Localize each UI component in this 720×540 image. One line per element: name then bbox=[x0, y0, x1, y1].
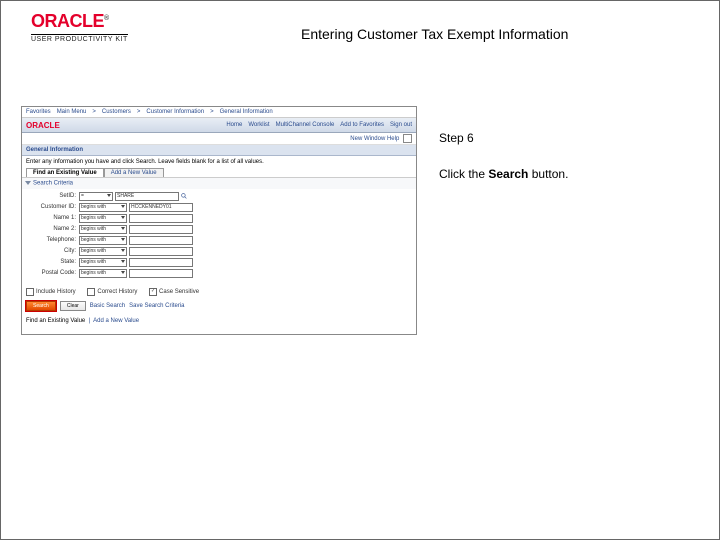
label-city: City: bbox=[26, 248, 76, 254]
checkbox-icon bbox=[26, 288, 34, 296]
cb-label: Case Sensitive bbox=[159, 289, 199, 295]
search-criteria-header[interactable]: Search Criteria bbox=[22, 177, 416, 189]
section-description: Enter any information you have and click… bbox=[22, 156, 416, 168]
top-link-home[interactable]: Home bbox=[226, 122, 242, 128]
page-title: Entering Customer Tax Exempt Information bbox=[301, 26, 568, 42]
product-logo: ORACLE® USER PRODUCTIVITY KIT bbox=[31, 11, 128, 43]
top-link-signout[interactable]: Sign out bbox=[390, 122, 412, 128]
sub-header-row: New Window Help bbox=[22, 133, 416, 145]
help-icon[interactable] bbox=[403, 134, 412, 143]
op-name1[interactable]: begins with bbox=[79, 214, 127, 223]
label-postal: Postal Code: bbox=[26, 270, 76, 276]
section-heading: General Information bbox=[22, 145, 416, 156]
cb-correct-history[interactable]: Correct History bbox=[87, 289, 137, 295]
label-customer-id: Customer ID: bbox=[26, 204, 76, 210]
footer-add-new-link[interactable]: Add a New Value bbox=[93, 318, 139, 324]
step-instruction-suffix: button. bbox=[528, 167, 568, 181]
label-name2: Name 2: bbox=[26, 226, 76, 232]
op-postal[interactable]: begins with bbox=[79, 269, 127, 278]
input-city[interactable] bbox=[129, 247, 193, 256]
label-name1: Name 1: bbox=[26, 215, 76, 221]
save-search-link[interactable]: Save Search Criteria bbox=[129, 303, 184, 309]
tab-row: Find an Existing Value Add a New Value bbox=[22, 168, 416, 177]
upk-subtitle: USER PRODUCTIVITY KIT bbox=[31, 34, 128, 43]
row-postal: Postal Code: begins with bbox=[26, 269, 412, 278]
input-state[interactable] bbox=[129, 258, 193, 267]
breadcrumb-item[interactable]: Customer Information bbox=[146, 109, 204, 115]
cb-case-sensitive[interactable]: ✓Case Sensitive bbox=[149, 289, 199, 295]
label-setid: SetID: bbox=[26, 193, 76, 199]
row-name2: Name 2: begins with bbox=[26, 225, 412, 234]
search-criteria-label: Search Criteria bbox=[33, 181, 73, 187]
op-name2[interactable]: begins with bbox=[79, 225, 127, 234]
instruction-panel: Step 6 Click the Search button. bbox=[439, 131, 699, 181]
cb-include-history[interactable]: Include History bbox=[26, 289, 76, 295]
search-word: Search bbox=[488, 167, 528, 181]
op-setid[interactable]: = bbox=[79, 192, 113, 201]
row-name1: Name 1: begins with bbox=[26, 214, 412, 223]
step-instruction: Click the Search button. bbox=[439, 167, 699, 181]
oracle-logo-text: ORACLE® bbox=[31, 11, 128, 32]
input-setid[interactable]: SHARE bbox=[115, 192, 179, 201]
input-postal[interactable] bbox=[129, 269, 193, 278]
row-city: City: begins with bbox=[26, 247, 412, 256]
breadcrumb: Favorites Main Menu > Customers > Custom… bbox=[22, 107, 416, 118]
top-link-fav[interactable]: Add to Favorites bbox=[340, 122, 384, 128]
oracle-logo-word: ORACLE bbox=[31, 11, 104, 31]
footer-existing-label: Find an Existing Value bbox=[26, 318, 85, 324]
op-state[interactable]: begins with bbox=[79, 258, 127, 267]
breadcrumb-item[interactable]: Favorites bbox=[26, 109, 51, 115]
page-root: ORACLE® USER PRODUCTIVITY KIT Entering C… bbox=[0, 0, 720, 540]
top-link-mcc[interactable]: MultiChannel Console bbox=[276, 122, 335, 128]
chevron-down-icon bbox=[25, 181, 31, 185]
label-telephone: Telephone: bbox=[26, 237, 76, 243]
op-city[interactable]: begins with bbox=[79, 247, 127, 256]
search-form: SetID: = SHARE Customer ID: begins with … bbox=[22, 189, 416, 286]
tab-add-new[interactable]: Add a New Value bbox=[104, 168, 164, 177]
row-state: State: begins with bbox=[26, 258, 412, 267]
clear-button[interactable]: Clear bbox=[60, 301, 86, 311]
breadcrumb-item[interactable]: Customers bbox=[102, 109, 131, 115]
input-name2[interactable] bbox=[129, 225, 193, 234]
cb-label: Include History bbox=[36, 289, 76, 295]
step-number: Step 6 bbox=[439, 131, 699, 145]
input-telephone[interactable] bbox=[129, 236, 193, 245]
row-customer-id: Customer ID: begins with HCCKENNEDY01 bbox=[26, 203, 412, 212]
input-name1[interactable] bbox=[129, 214, 193, 223]
op-customer-id[interactable]: begins with bbox=[79, 203, 127, 212]
row-telephone: Telephone: begins with bbox=[26, 236, 412, 245]
basic-search-link[interactable]: Basic Search bbox=[90, 303, 125, 309]
search-button[interactable]: Search bbox=[26, 301, 56, 311]
cb-label: Correct History bbox=[97, 289, 137, 295]
app-topbar: ORACLE Home Worklist MultiChannel Consol… bbox=[22, 118, 416, 133]
footer-links: Find an Existing Value | Add a New Value bbox=[22, 314, 416, 334]
label-state: State: bbox=[26, 259, 76, 265]
top-link-worklist[interactable]: Worklist bbox=[248, 122, 269, 128]
lookup-icon[interactable] bbox=[181, 193, 187, 199]
embedded-screenshot: Favorites Main Menu > Customers > Custom… bbox=[21, 106, 417, 335]
button-row: Search Clear Basic Search Save Search Cr… bbox=[22, 298, 416, 314]
input-customer-id[interactable]: HCCKENNEDY01 bbox=[129, 203, 193, 212]
breadcrumb-item[interactable]: Main Menu bbox=[57, 109, 87, 115]
checkbox-row: Include History Correct History ✓Case Se… bbox=[22, 286, 416, 298]
step-instruction-prefix: Click the bbox=[439, 167, 488, 181]
tab-find-existing[interactable]: Find an Existing Value bbox=[26, 168, 104, 177]
checkbox-icon bbox=[87, 288, 95, 296]
row-setid: SetID: = SHARE bbox=[26, 192, 412, 201]
new-window-help[interactable]: New Window Help bbox=[350, 136, 399, 142]
op-telephone[interactable]: begins with bbox=[79, 236, 127, 245]
mini-oracle-logo: ORACLE bbox=[26, 121, 60, 130]
trademark-icon: ® bbox=[104, 15, 109, 22]
breadcrumb-item[interactable]: General Information bbox=[220, 109, 273, 115]
checkbox-icon: ✓ bbox=[149, 288, 157, 296]
